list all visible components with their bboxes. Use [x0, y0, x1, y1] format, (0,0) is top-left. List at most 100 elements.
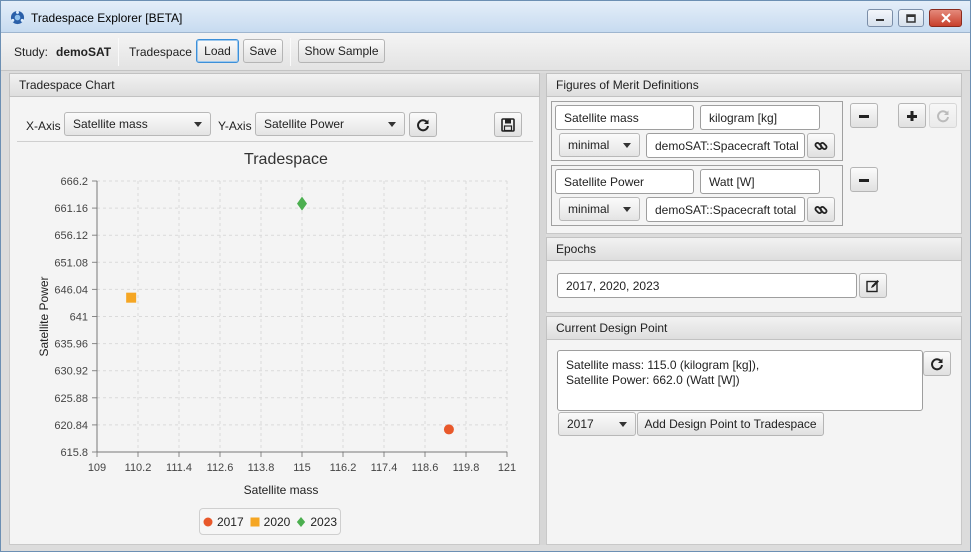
refresh-chart-button[interactable] [409, 112, 437, 137]
close-icon [940, 13, 951, 23]
refresh-icon [937, 109, 949, 122]
legend-label-2020: 2020 [263, 514, 291, 529]
design-point-line-power: Satellite Power: 662.0 (Watt [W]) [566, 373, 740, 387]
fom-optimality-select[interactable]: minimal [559, 133, 640, 157]
toolbar-separator [118, 38, 119, 66]
x-tick-label: 113.8 [248, 462, 275, 474]
maximize-icon [906, 13, 916, 23]
data-point-2017 [443, 424, 454, 435]
app-logo-icon [10, 10, 25, 25]
floppy-disk-icon [501, 117, 515, 132]
chart-title: Tradespace [244, 151, 328, 168]
study-name: demoSAT [56, 45, 112, 59]
link-parameter-button[interactable] [807, 133, 835, 158]
legend-item-2020: 2020 [250, 514, 291, 529]
refresh-design-point-button[interactable] [923, 351, 951, 376]
chart-panel-title: Tradespace Chart [19, 78, 115, 92]
fom-source-value: demoSAT::Spacecraft total [655, 202, 797, 217]
y-axis-select[interactable]: Satellite Power [255, 112, 405, 136]
x-tick-label: 119.8 [453, 462, 480, 474]
chevron-down-icon [623, 207, 631, 212]
chart-legend: 2017 2020 2023 [199, 508, 341, 535]
design-point-epoch-select[interactable]: 2017 [558, 412, 636, 436]
edit-epochs-button[interactable] [859, 273, 887, 298]
save-chart-button[interactable] [494, 112, 522, 137]
chevron-down-icon [619, 422, 627, 427]
maximize-button[interactable] [898, 9, 924, 27]
show-sample-button[interactable]: Show Sample [298, 39, 385, 63]
link-icon [814, 205, 828, 214]
load-button[interactable]: Load [196, 39, 239, 63]
y-tick-label: 661.16 [54, 203, 88, 215]
tradespace-scatter-chart: 109 110.2 111.4 112.6 113.8 115 116.2 117.4 118.… [37, 151, 516, 497]
fom-unit-value: Watt [W] [709, 174, 755, 189]
y-axis-label: Y-Axis [218, 119, 252, 133]
add-fom-button[interactable] [898, 103, 926, 128]
fom-source-value: demoSAT::Spacecraft Total [655, 138, 799, 153]
x-tick-label: 110.2 [125, 462, 152, 474]
main-toolbar: Study: demoSAT Tradespace Load Save Show… [1, 33, 970, 71]
fom-optimality-select[interactable]: minimal [559, 197, 640, 221]
x-axis-select[interactable]: Satellite mass [64, 112, 211, 136]
y-tick-label: 656.12 [54, 230, 88, 242]
minus-icon [859, 114, 869, 118]
chevron-down-icon [623, 143, 631, 148]
fom-name-field[interactable]: Satellite mass [555, 105, 694, 130]
y-tick-label: 625.88 [54, 393, 88, 405]
fom-name-field[interactable]: Satellite Power [555, 169, 694, 194]
remove-fom-button[interactable] [850, 167, 878, 192]
add-design-point-button[interactable]: Add Design Point to Tradespace [637, 412, 824, 436]
title-bar: Tradespace Explorer [BETA] [1, 1, 970, 33]
legend-label-2017: 2017 [216, 514, 244, 529]
chart-toolbar-divider [17, 141, 533, 142]
y-tick-label: 615.8 [60, 447, 88, 459]
epochs-field[interactable]: 2017, 2020, 2023 [557, 273, 857, 298]
fom-optimality-value: minimal [568, 202, 610, 216]
close-window-button[interactable] [929, 9, 962, 27]
fom-source-field[interactable]: demoSAT::Spacecraft total [646, 197, 805, 222]
save-button[interactable]: Save [243, 39, 283, 63]
fom-source-field[interactable]: demoSAT::Spacecraft Total [646, 133, 805, 158]
epochs-panel-header: Epochs [546, 237, 962, 261]
x-axis-title: Satellite mass [244, 483, 319, 497]
legend-label-2023: 2023 [310, 514, 338, 529]
y-axis-select-value: Satellite Power [264, 117, 345, 131]
design-point-textarea[interactable]: Satellite mass: 115.0 (kilogram [kg]), S… [557, 350, 923, 411]
x-tick-label: 118.6 [412, 462, 439, 474]
epochs-value: 2017, 2020, 2023 [566, 278, 660, 293]
study-label: Study: [14, 45, 49, 59]
y-tick-label: 651.08 [54, 257, 88, 269]
chevron-down-icon [388, 122, 396, 127]
fom-optimality-value: minimal [568, 138, 610, 152]
fom-unit-field[interactable]: Watt [W] [700, 169, 820, 194]
tradespace-label: Tradespace [129, 45, 192, 59]
fom-unit-field[interactable]: kilogram [kg] [700, 105, 820, 130]
design-point-epoch-value: 2017 [567, 417, 594, 431]
square-marker-icon [250, 517, 260, 526]
minimize-button[interactable] [867, 9, 893, 27]
refresh-icon [931, 357, 943, 370]
x-tick-label: 116.2 [330, 462, 357, 474]
y-tick-label: 646.04 [54, 284, 88, 296]
data-point-2020 [126, 292, 137, 303]
x-axis-label: X-Axis [26, 119, 61, 133]
x-tick-label: 109 [88, 462, 106, 474]
legend-item-2017: 2017 [203, 515, 244, 529]
x-tick-label: 112.6 [207, 462, 234, 474]
refresh-fom-button[interactable] [929, 103, 957, 128]
edit-icon [866, 279, 879, 292]
fom-name-value: Satellite mass [564, 110, 639, 125]
y-tick-label: 635.96 [54, 339, 88, 351]
link-parameter-button[interactable] [807, 197, 835, 222]
legend-item-2023: 2023 [296, 515, 337, 529]
toolbar-separator [290, 38, 291, 66]
minus-icon [859, 178, 869, 182]
app-window: Tradespace Explorer [BETA] Study: demoSA… [0, 0, 971, 552]
x-tick-label: 117.4 [371, 462, 398, 474]
chevron-down-icon [194, 122, 202, 127]
remove-fom-button[interactable] [850, 103, 878, 128]
refresh-icon [417, 118, 429, 131]
y-tick-label: 641 [70, 312, 88, 324]
fom-name-value: Satellite Power [564, 174, 645, 189]
minimize-icon [876, 19, 884, 21]
